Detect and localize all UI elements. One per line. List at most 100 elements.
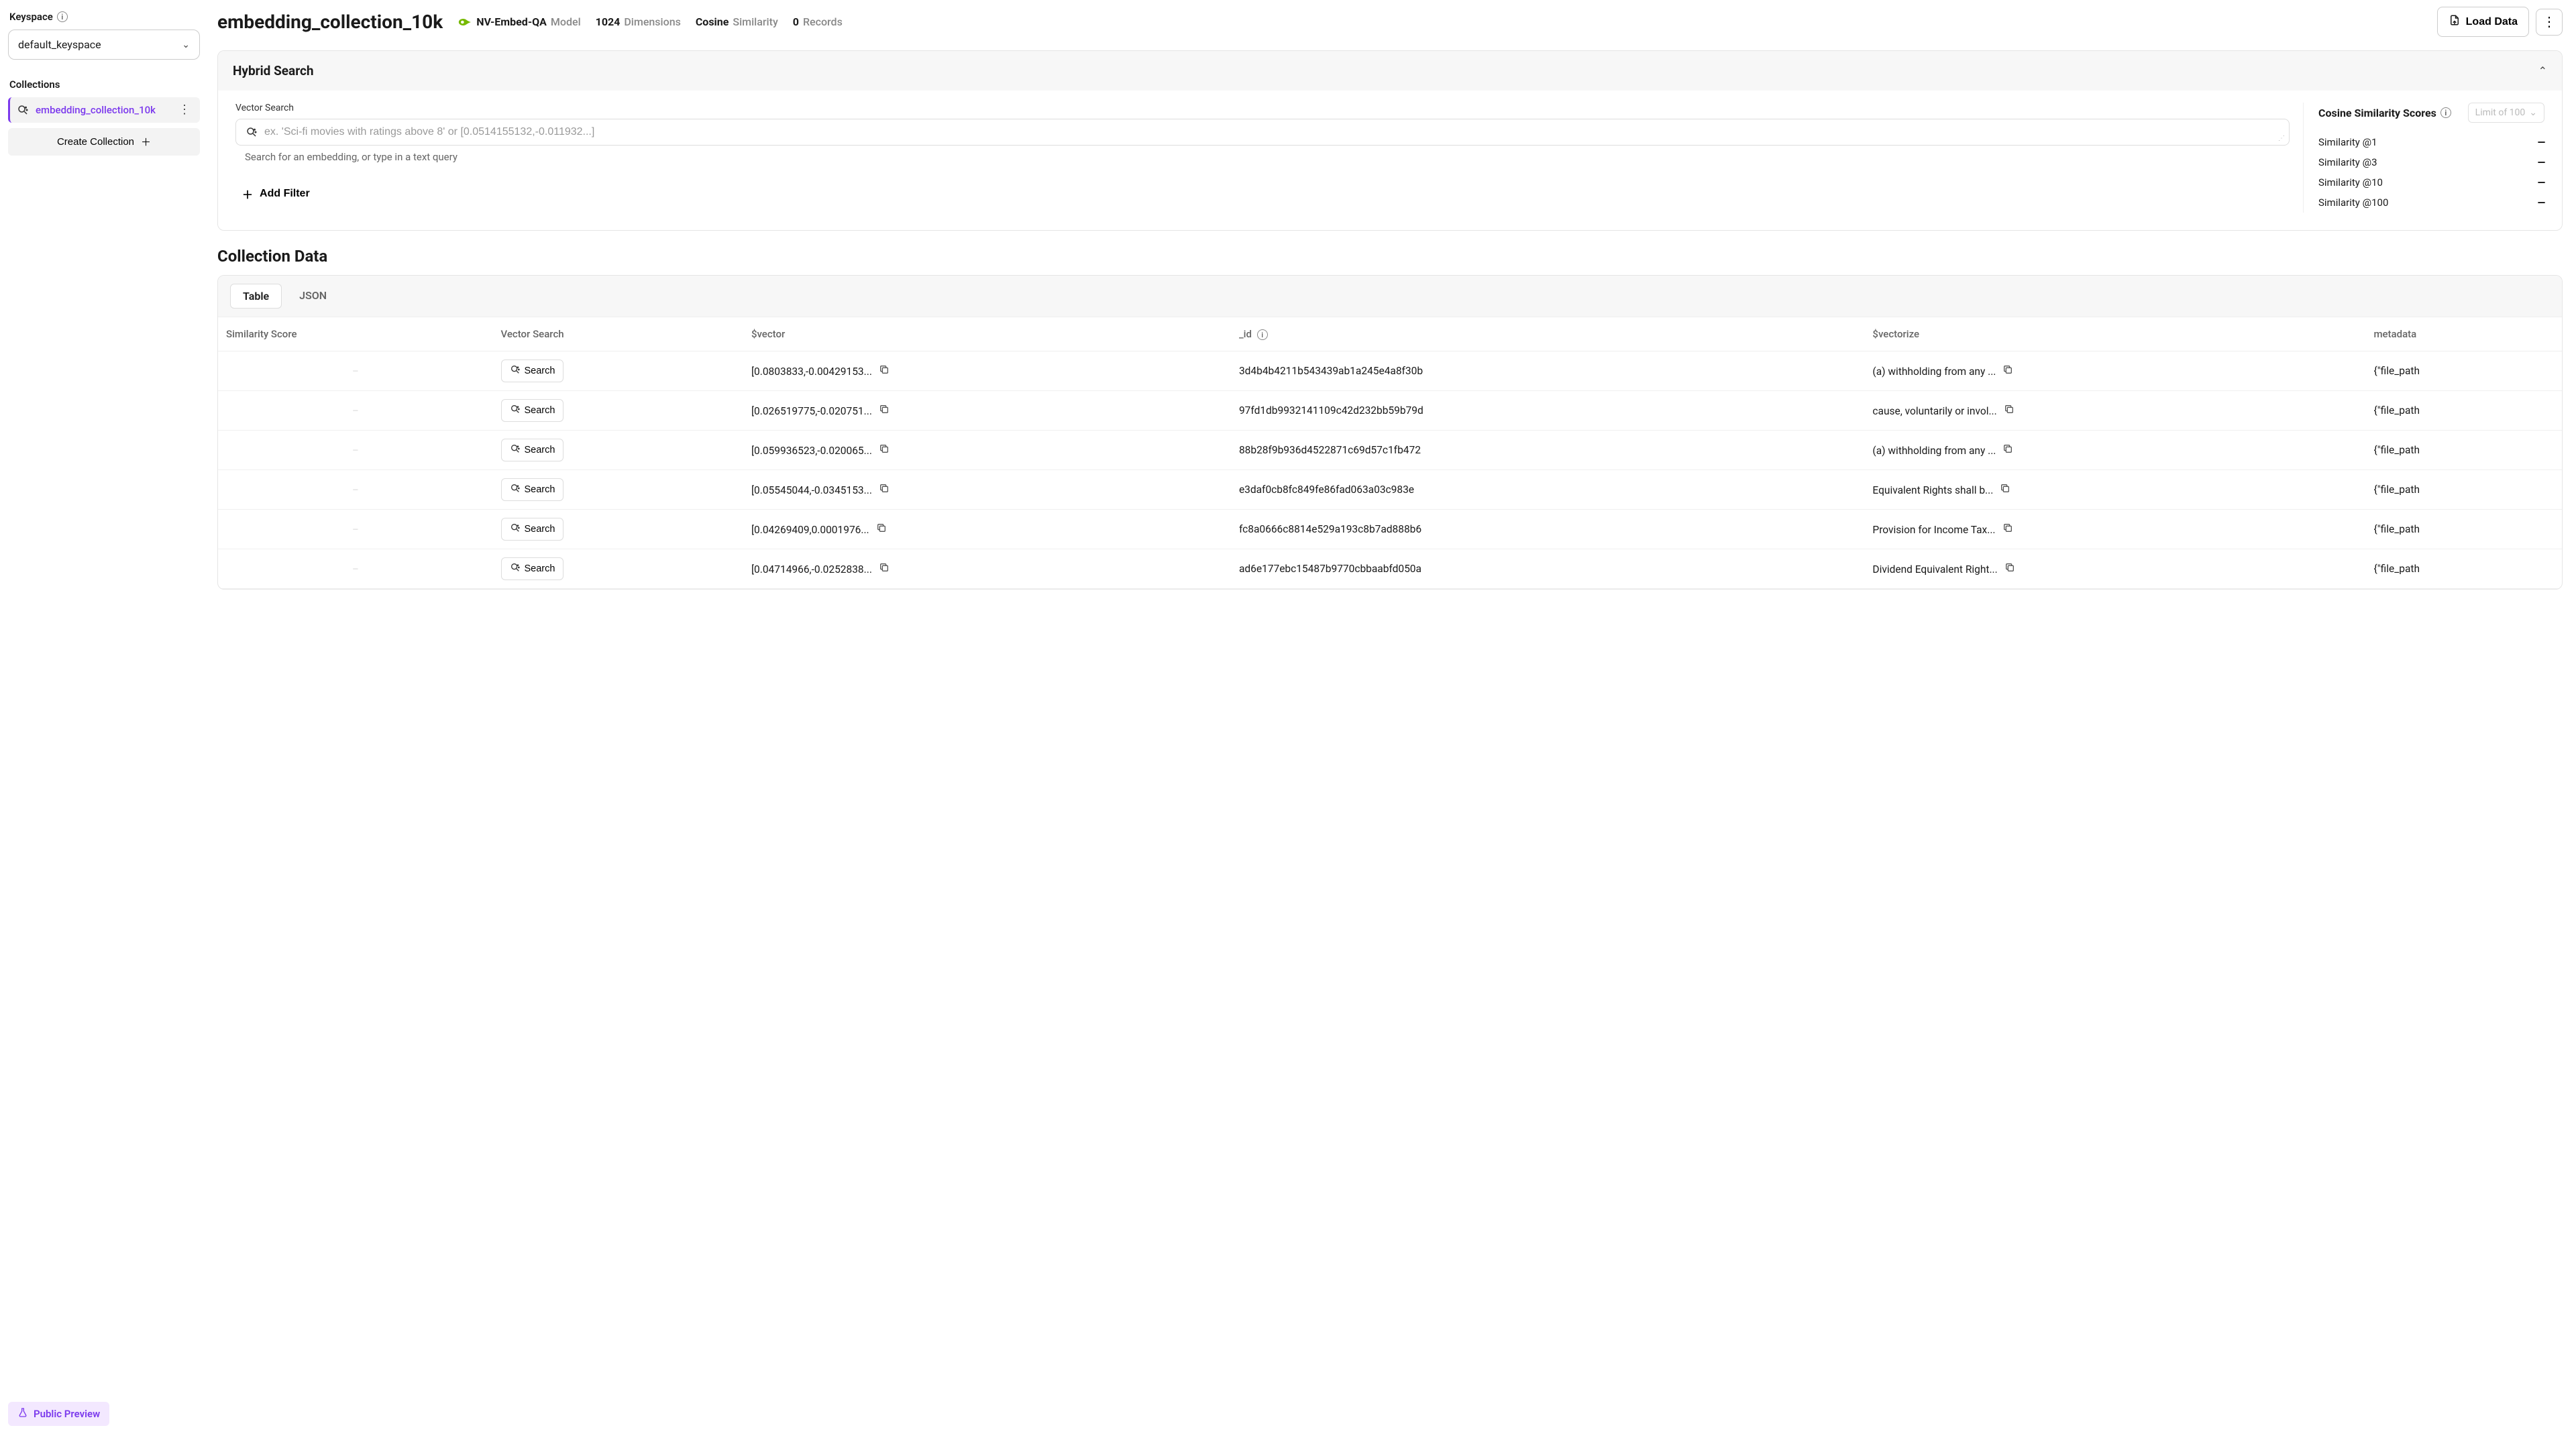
cell-id: 88b28f9b936d4522871c69d57c1fb472	[1231, 431, 1864, 470]
cell-id: 3d4b4b4211b543439ab1a245e4a8f30b	[1231, 351, 1864, 391]
vector-search-icon	[510, 404, 521, 417]
table-row: —Search[0.04269409,0.0001976...fc8a0666c…	[218, 510, 2562, 549]
sidebar-item-collection[interactable]: embedding_collection_10k ⋮	[8, 97, 200, 123]
row-search-button[interactable]: Search	[501, 557, 564, 580]
header: embedding_collection_10k NV-Embed-QA Mod…	[217, 7, 2563, 37]
row-search-label: Search	[525, 563, 555, 574]
search-hint: Search for an embedding, or type in a te…	[245, 151, 2290, 163]
copy-icon[interactable]	[2004, 404, 2015, 415]
sidebar: Keyspace i default_keyspace ⌄ Collection…	[0, 0, 208, 1434]
table-scroll[interactable]: Similarity Score Vector Search $vector _…	[218, 317, 2562, 589]
copy-icon[interactable]	[879, 404, 890, 415]
copy-icon[interactable]	[2004, 562, 2015, 573]
similarity-name: Cosine	[696, 15, 729, 28]
vector-value: [0.0803833,-0.00429153...	[751, 366, 872, 378]
metadata-value: {"file_path	[2373, 563, 2420, 575]
vector-search-field[interactable]: ⋰	[235, 119, 2290, 146]
score-row: Similarity @100 —	[2318, 192, 2544, 213]
public-preview-badge[interactable]: Public Preview	[8, 1402, 109, 1426]
table-row: —Search[0.059936523,-0.020065...88b28f9b…	[218, 431, 2562, 470]
copy-icon[interactable]	[2000, 483, 2010, 494]
vector-value: [0.05545044,-0.0345153...	[751, 484, 872, 496]
copy-icon[interactable]	[2002, 364, 2013, 375]
vectorize-value: cause, voluntarily or invol...	[1872, 405, 1996, 417]
data-table: Similarity Score Vector Search $vector _…	[218, 317, 2562, 589]
cell-metadata: {"file_path	[2365, 391, 2562, 431]
copy-icon[interactable]	[2002, 522, 2013, 533]
copy-icon[interactable]	[879, 562, 890, 573]
limit-select[interactable]: Limit of 100 ⌄	[2468, 103, 2544, 123]
dimensions-value: 1024	[596, 15, 621, 28]
vector-search-icon	[246, 126, 258, 138]
cell-metadata: {"file_path	[2365, 549, 2562, 589]
vectorize-value: (a) withholding from any ...	[1872, 366, 1996, 378]
table-row: —Search[0.04714966,-0.0252838...ad6e177e…	[218, 549, 2562, 589]
cell-vector: [0.026519775,-0.020751...	[743, 391, 1231, 431]
collection-name: embedding_collection_10k	[36, 104, 169, 116]
copy-icon[interactable]	[879, 364, 890, 375]
vector-search-input[interactable]	[264, 126, 2279, 138]
row-search-button[interactable]: Search	[501, 439, 564, 461]
row-search-label: Search	[525, 366, 555, 376]
cell-vectorize: (a) withholding from any ...	[1864, 351, 2365, 391]
load-data-button[interactable]: Load Data	[2437, 7, 2529, 37]
score-label: Similarity @10	[2318, 176, 2383, 188]
id-value: e3daf0cb8fc849fe86fad063a03c983e	[1239, 484, 1414, 496]
create-collection-button[interactable]: Create Collection ＋	[8, 128, 200, 156]
keyspace-label: Keyspace i	[8, 11, 200, 23]
copy-icon[interactable]	[876, 522, 887, 533]
score-value: —	[2538, 176, 2544, 188]
row-search-button[interactable]: Search	[501, 399, 564, 422]
score-value: —	[2538, 156, 2544, 168]
info-icon[interactable]: i	[2440, 107, 2451, 118]
plus-icon: ＋	[141, 135, 151, 149]
cell-vectorize: Dividend Equivalent Right...	[1864, 549, 2365, 589]
score-row: Similarity @3 —	[2318, 152, 2544, 172]
metadata-value: {"file_path	[2373, 365, 2420, 377]
cell-metadata: {"file_path	[2365, 510, 2562, 549]
row-search-button[interactable]: Search	[501, 360, 564, 382]
cell-similarity: —	[218, 510, 493, 549]
chevron-up-icon[interactable]: ⌃	[2538, 64, 2547, 77]
resize-handle-icon[interactable]: ⋰	[2278, 135, 2285, 142]
id-value: ad6e177ebc15487b9770cbbaabfd050a	[1239, 563, 1421, 575]
col-metadata: metadata	[2365, 317, 2562, 351]
col-vector: $vector	[743, 317, 1231, 351]
info-icon[interactable]: i	[1257, 329, 1268, 340]
add-filter-button[interactable]: ＋ Add Filter	[235, 182, 317, 206]
cell-search: Search	[493, 391, 743, 431]
panel-body: Vector Search ⋰ Search for an embedding,…	[218, 91, 2562, 230]
copy-icon[interactable]	[879, 483, 890, 494]
info-icon[interactable]: i	[57, 11, 68, 22]
cell-vectorize: cause, voluntarily or invol...	[1864, 391, 2365, 431]
row-search-button[interactable]: Search	[501, 518, 564, 541]
score-label: Similarity @1	[2318, 136, 2377, 148]
more-actions-button[interactable]: ⋮	[2536, 9, 2563, 36]
copy-icon[interactable]	[2002, 443, 2013, 454]
vector-search-icon	[510, 562, 521, 575]
copy-icon[interactable]	[879, 443, 890, 454]
cell-metadata: {"file_path	[2365, 431, 2562, 470]
cell-vector: [0.04714966,-0.0252838...	[743, 549, 1231, 589]
col-vectorize: $vectorize	[1864, 317, 2365, 351]
vector-value: [0.026519775,-0.020751...	[751, 405, 872, 417]
dimensions-meta: 1024 Dimensions	[596, 15, 681, 28]
plus-icon: ＋	[242, 186, 253, 202]
panel-header[interactable]: Hybrid Search ⌃	[218, 51, 2562, 91]
collection-data-panel: Table JSON Similarity Score Vector Searc…	[217, 275, 2563, 590]
cell-metadata: {"file_path	[2365, 470, 2562, 510]
cell-search: Search	[493, 470, 743, 510]
limit-label: Limit of 100	[2475, 107, 2526, 118]
kebab-icon[interactable]: ⋮	[176, 104, 193, 116]
vector-search-label: Vector Search	[235, 103, 2290, 113]
tabs-bar: Table JSON	[218, 276, 2562, 317]
table-row: —Search[0.026519775,-0.020751...97fd1db9…	[218, 391, 2562, 431]
similarity-meta: Cosine Similarity	[696, 15, 778, 28]
row-search-button[interactable]: Search	[501, 478, 564, 501]
keyspace-select[interactable]: default_keyspace ⌄	[8, 30, 200, 60]
tab-table[interactable]: Table	[230, 284, 282, 309]
cell-vectorize: (a) withholding from any ...	[1864, 431, 2365, 470]
chevron-down-icon: ⌄	[182, 40, 190, 50]
tab-json[interactable]: JSON	[287, 284, 339, 309]
vectorize-value: Dividend Equivalent Right...	[1872, 563, 1997, 575]
